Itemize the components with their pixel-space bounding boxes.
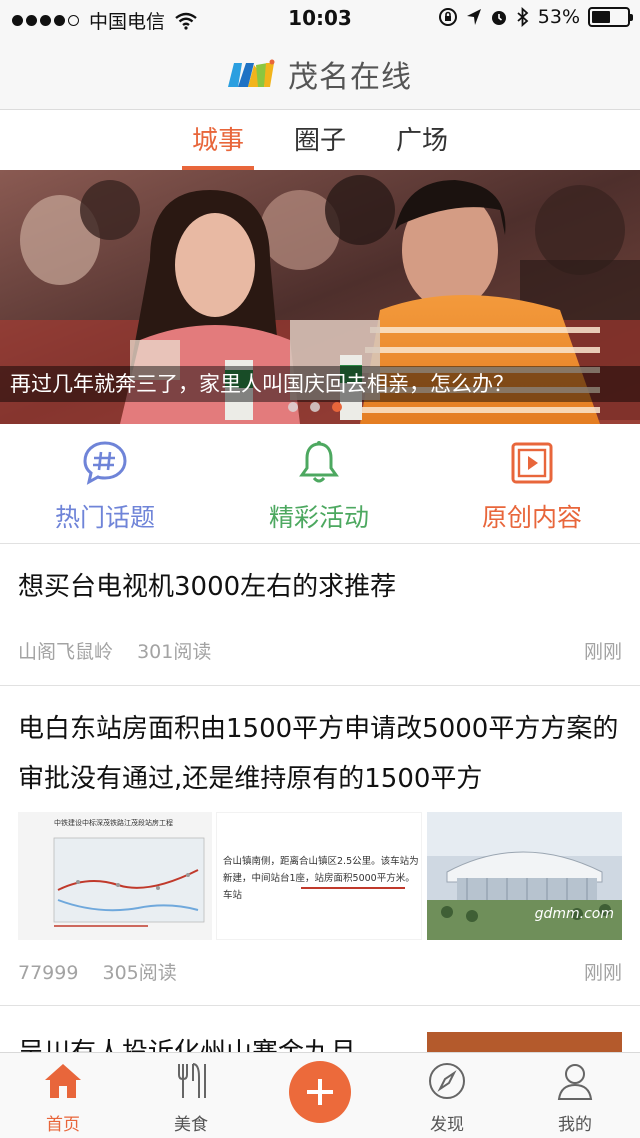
hot-topics-label: 热门话题 (54, 503, 155, 532)
hot-topics-link[interactable]: 热门话题 (5, 440, 205, 534)
battery-icon (588, 7, 633, 27)
feed-title[interactable]: 电白东站房面积由1500平方申请改5000平方方案的审批没有通过,还是维持原有的… (18, 704, 628, 804)
publish-plus-button[interactable] (289, 1061, 351, 1123)
battery-percent: 53% (537, 6, 580, 28)
home-icon (45, 1064, 81, 1098)
feed-item[interactable]: 想买台电视机3000左右的求推荐 山阁飞鼠岭 301阅读 刚刚 (0, 546, 640, 686)
banner-caption: 再过几年就奔三了，家里人叫国庆回去相亲，怎么办？ (0, 366, 640, 402)
feed-image-clipping[interactable]: 合山镇南侧，距离合山镇区2.5公里。该车站为新建，中间站台1座，站房面积5000… (216, 812, 422, 940)
original-content-label: 原创内容 (481, 503, 582, 532)
feed-reads: 301阅读 (137, 641, 212, 663)
tab-quanzi[interactable]: 圈子 (280, 120, 360, 170)
carousel-indicator (288, 402, 342, 412)
brand-m-logo-icon (228, 59, 275, 87)
status-bar: 中国电信 10:03 53% (0, 0, 640, 36)
quick-links: 热门话题 精彩活动 原创内容 (0, 426, 640, 544)
carousel-dot[interactable] (288, 402, 298, 412)
status-right: 53% (438, 6, 633, 28)
clipping-text: 合山镇南侧，距离合山镇区2.5公里。该车站为新建，中间站台1座，站房面积5000… (223, 856, 419, 901)
original-content-link[interactable]: 原创内容 (432, 440, 632, 534)
railway-map-image (53, 837, 205, 927)
feed-time: 刚刚 (583, 641, 622, 663)
user-icon (557, 1064, 593, 1100)
tab-home-label: 首页 (46, 1115, 80, 1135)
feed-item[interactable]: 吴川有人投诉化州山寨金九月 (0, 1006, 640, 1052)
feed-meta: 山阁飞鼠岭 301阅读 (18, 637, 229, 664)
app-header: 茂名在线 (0, 36, 640, 110)
doc-heading: 中铁建设中标深茂铁路江茂段站房工程 (54, 819, 173, 827)
feed-time: 刚刚 (583, 962, 622, 984)
feed-meta: 77999 305阅读 (18, 958, 195, 985)
rotation-lock-icon (438, 8, 457, 26)
feed-image-map[interactable]: 中铁建设中标深茂铁路江茂段站房工程 (18, 812, 212, 940)
top-tabs: 城事 圈子 广场 (0, 110, 640, 170)
feed-item[interactable]: 电白东站房面积由1500平方申请改5000平方方案的审批没有通过,还是维持原有的… (0, 686, 640, 1006)
feed-image-station[interactable]: gdmm.com (427, 812, 622, 940)
video-play-icon (511, 442, 553, 484)
alarm-icon (491, 11, 506, 25)
feed-author: 山阁飞鼠岭 (18, 641, 114, 663)
feed-author: 77999 (18, 962, 79, 984)
tab-mine-label: 我的 (558, 1115, 592, 1135)
plus-icon (307, 1079, 333, 1105)
watermark-label: gdmm.com (534, 906, 614, 922)
carousel-dot[interactable] (310, 402, 320, 412)
clipping-underline (301, 887, 405, 889)
bluetooth-icon (517, 7, 529, 27)
tab-food[interactable]: 美食 (141, 1061, 241, 1135)
compass-icon (429, 1063, 465, 1099)
activities-label: 精彩活动 (268, 503, 369, 532)
tab-food-label: 美食 (174, 1115, 208, 1135)
bell-icon (299, 441, 339, 483)
chat-hash-icon (83, 441, 127, 485)
tab-discover-label: 发现 (430, 1115, 464, 1135)
fork-knife-icon (178, 1063, 206, 1098)
app-title: 茂名在线 (288, 60, 412, 95)
feed-thumbnail[interactable] (427, 1032, 622, 1052)
tab-discover[interactable]: 发现 (397, 1061, 497, 1135)
feed-title[interactable]: 吴川有人投诉化州山寨金九月 (18, 1028, 408, 1052)
carousel-dot-active[interactable] (332, 402, 342, 412)
location-arrow-icon (466, 9, 481, 25)
app-logo: 茂名在线 (224, 52, 412, 96)
banner-carousel[interactable]: 再过几年就奔三了，家里人叫国庆回去相亲，怎么办？ (0, 170, 640, 424)
feed-title[interactable]: 想买台电视机3000左右的求推荐 (18, 562, 628, 612)
tab-chengshi[interactable]: 城事 (178, 120, 258, 170)
feed-reads: 305阅读 (102, 962, 177, 984)
tab-guangchang[interactable]: 广场 (382, 120, 462, 170)
bottom-tab-bar: 首页 美食 发现 我的 (0, 1052, 640, 1138)
activities-link[interactable]: 精彩活动 (219, 440, 419, 534)
tab-mine[interactable]: 我的 (525, 1061, 625, 1135)
tab-home[interactable]: 首页 (13, 1061, 113, 1135)
